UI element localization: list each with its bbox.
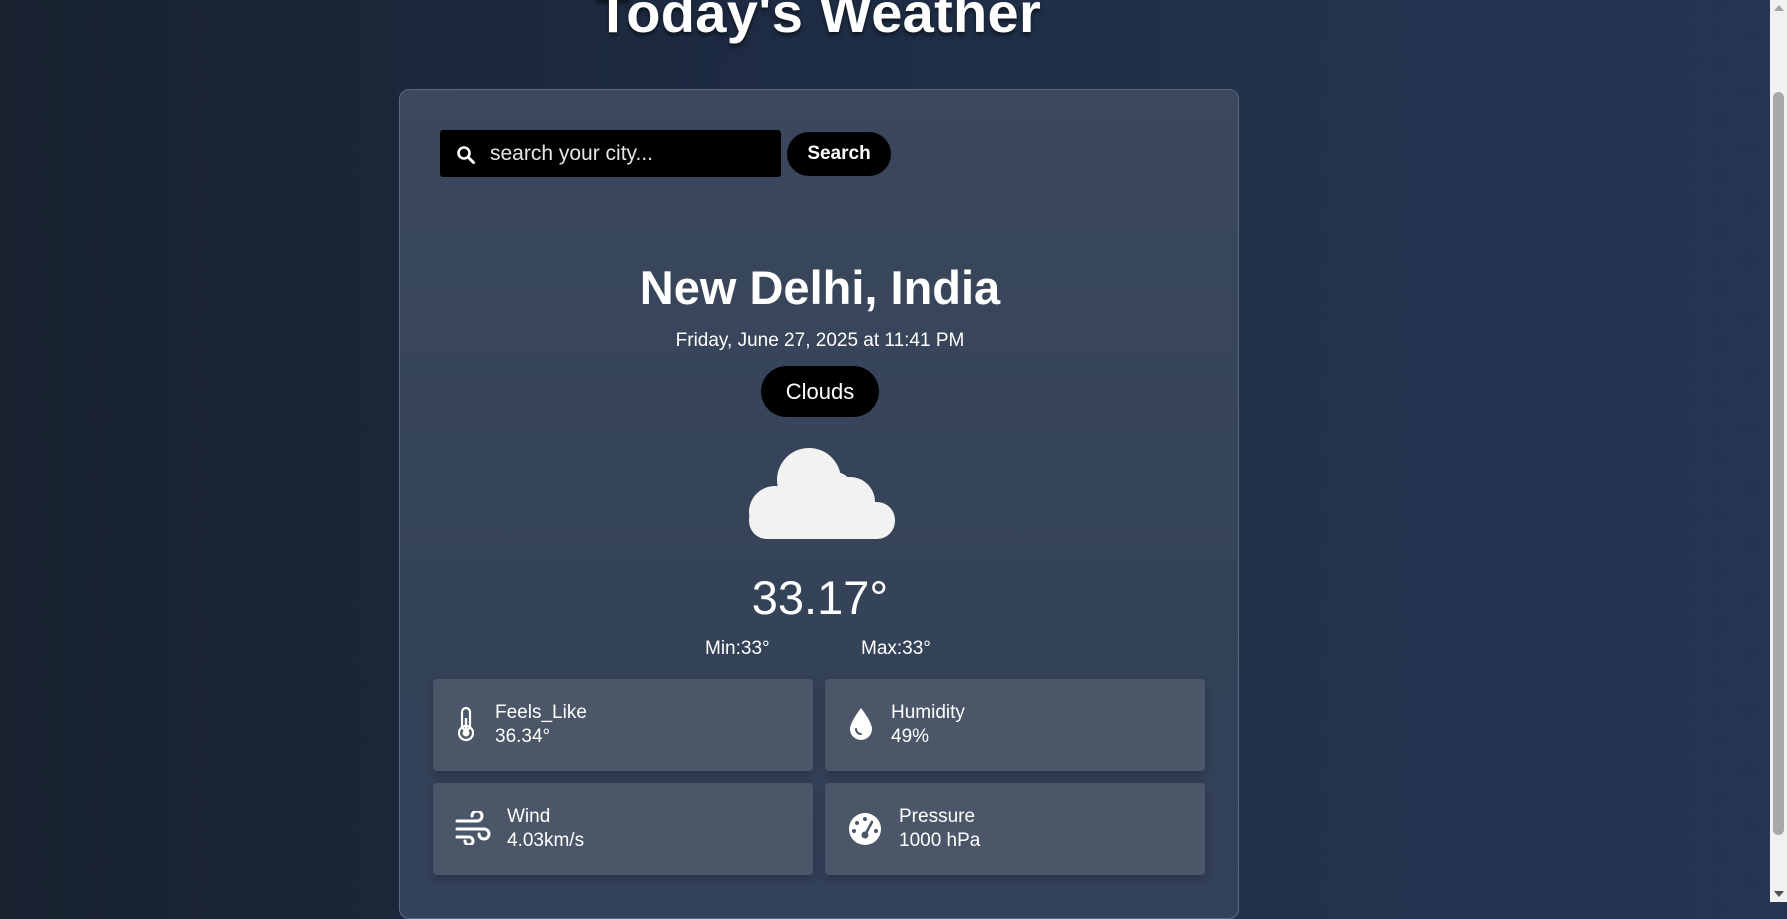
scroll-down-arrow-icon[interactable] bbox=[1774, 891, 1784, 897]
min-temperature: Min:33° bbox=[705, 638, 770, 659]
droplet-icon bbox=[850, 708, 872, 740]
stat-value: 4.03km/s bbox=[507, 830, 585, 851]
stat-label: Humidity bbox=[891, 702, 965, 723]
gauge-icon bbox=[849, 813, 881, 845]
search-box[interactable] bbox=[440, 130, 781, 177]
cloud-icon bbox=[749, 448, 895, 539]
date-time: Friday, June 27, 2025 at 11:41 PM bbox=[675, 330, 965, 351]
stat-label: Wind bbox=[507, 806, 551, 827]
stat-value: 1000 hPa bbox=[899, 830, 981, 851]
thermometer-icon bbox=[457, 706, 475, 742]
scroll-thumb[interactable] bbox=[1773, 92, 1784, 835]
condition-badge: Clouds bbox=[761, 366, 879, 417]
scroll-up-arrow-icon[interactable] bbox=[1774, 5, 1784, 11]
stat-text: Wind 4.03km/s bbox=[507, 805, 584, 853]
search-button[interactable]: Search bbox=[787, 132, 891, 176]
vertical-scrollbar[interactable] bbox=[1770, 0, 1787, 902]
stat-card-wind: Wind 4.03km/s bbox=[433, 783, 813, 875]
stat-text: Humidity 49% bbox=[891, 701, 965, 749]
page-title: Today's Weather bbox=[595, 0, 1042, 44]
stat-value: 36.34° bbox=[495, 726, 551, 747]
stat-text: Pressure 1000 hPa bbox=[899, 805, 980, 853]
stat-text: Feels_Like 36.34° bbox=[495, 701, 587, 749]
stat-value: 49% bbox=[891, 726, 930, 747]
search-icon bbox=[457, 146, 475, 164]
stat-label: Pressure bbox=[899, 806, 976, 827]
wind-icon bbox=[455, 811, 491, 845]
weather-card: Search New Delhi, India Friday, June 27,… bbox=[399, 89, 1239, 919]
stat-card-pressure: Pressure 1000 hPa bbox=[825, 783, 1205, 875]
stat-label: Feels_Like bbox=[495, 702, 587, 723]
city-name: New Delhi, India bbox=[639, 261, 1001, 314]
max-temperature: Max:33° bbox=[861, 638, 931, 659]
current-temperature: 33.17° bbox=[751, 571, 889, 624]
stat-card-feels-like: Feels_Like 36.34° bbox=[433, 679, 813, 771]
stat-card-humidity: Humidity 49% bbox=[825, 679, 1205, 771]
search-input[interactable] bbox=[490, 130, 770, 177]
